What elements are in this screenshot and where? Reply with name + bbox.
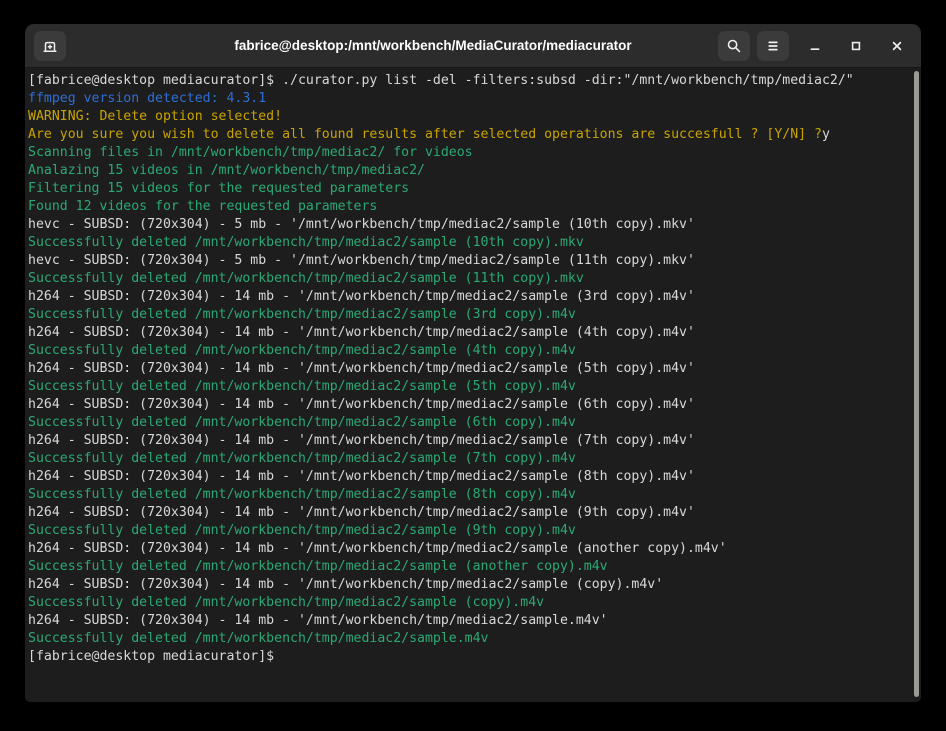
terminal-text-segment: h264 - SUBSD: (720x304) - 14 mb - '/mnt/… [28, 469, 695, 484]
terminal-text-segment: WARNING: Delete option selected! [28, 109, 282, 124]
close-icon [889, 38, 905, 54]
terminal-text-segment: [fabrice@desktop mediacurator]$ ./curato… [28, 73, 854, 88]
terminal-line: h264 - SUBSD: (720x304) - 14 mb - '/mnt/… [28, 432, 907, 450]
terminal-text-segment: Successfully deleted /mnt/workbench/tmp/… [28, 487, 576, 502]
menu-button[interactable] [757, 31, 789, 61]
terminal-line: Successfully deleted /mnt/workbench/tmp/… [28, 486, 907, 504]
terminal-line: Successfully deleted /mnt/workbench/tmp/… [28, 342, 907, 360]
terminal-text-segment: hevc - SUBSD: (720x304) - 5 mb - '/mnt/w… [28, 217, 695, 232]
terminal-line: [fabrice@desktop mediacurator]$ [28, 648, 907, 666]
terminal-text-segment: h264 - SUBSD: (720x304) - 14 mb - '/mnt/… [28, 505, 695, 520]
search-button[interactable] [718, 31, 750, 61]
new-tab-icon [42, 38, 58, 54]
terminal-line: h264 - SUBSD: (720x304) - 14 mb - '/mnt/… [28, 468, 907, 486]
terminal-text-segment: h264 - SUBSD: (720x304) - 14 mb - '/mnt/… [28, 397, 695, 412]
terminal-line: Successfully deleted /mnt/workbench/tmp/… [28, 234, 907, 252]
terminal-text-segment: Successfully deleted /mnt/workbench/tmp/… [28, 523, 576, 538]
terminal-line: Successfully deleted /mnt/workbench/tmp/… [28, 306, 907, 324]
maximize-icon [848, 38, 864, 54]
terminal-line: Are you sure you wish to delete all foun… [28, 126, 907, 144]
terminal-line: hevc - SUBSD: (720x304) - 5 mb - '/mnt/w… [28, 216, 907, 234]
terminal-text-segment: Scanning files in /mnt/workbench/tmp/med… [28, 145, 473, 160]
desktop-background: { "window": { "title": "fabrice@desktop:… [0, 0, 946, 731]
minimize-icon [807, 38, 823, 54]
terminal-text-segment: Successfully deleted /mnt/workbench/tmp/… [28, 595, 544, 610]
terminal-line: Found 12 videos for the requested parame… [28, 198, 907, 216]
terminal-line: Successfully deleted /mnt/workbench/tmp/… [28, 378, 907, 396]
terminal-line: Analazing 15 videos in /mnt/workbench/tm… [28, 162, 907, 180]
terminal-text-segment: Successfully deleted /mnt/workbench/tmp/… [28, 271, 584, 286]
new-tab-button[interactable] [34, 31, 66, 61]
terminal-text-segment: h264 - SUBSD: (720x304) - 14 mb - '/mnt/… [28, 361, 695, 376]
terminal-line: ffmpeg version detected: 4.3.1 [28, 90, 907, 108]
terminal-line: Successfully deleted /mnt/workbench/tmp/… [28, 450, 907, 468]
maximize-button[interactable] [841, 31, 871, 61]
terminal-line: h264 - SUBSD: (720x304) - 14 mb - '/mnt/… [28, 540, 907, 558]
terminal-window: fabrice@desktop:/mnt/workbench/MediaCura… [25, 24, 921, 702]
terminal-line: Successfully deleted /mnt/workbench/tmp/… [28, 270, 907, 288]
terminal-line: Scanning files in /mnt/workbench/tmp/med… [28, 144, 907, 162]
terminal-line: WARNING: Delete option selected! [28, 108, 907, 126]
titlebar[interactable]: fabrice@desktop:/mnt/workbench/MediaCura… [25, 24, 921, 68]
terminal-text-segment: Successfully deleted /mnt/workbench/tmp/… [28, 343, 576, 358]
terminal-text-segment: [fabrice@desktop mediacurator]$ [28, 649, 274, 664]
terminal-line: hevc - SUBSD: (720x304) - 5 mb - '/mnt/w… [28, 252, 907, 270]
terminal-text-segment: Filtering 15 videos for the requested pa… [28, 181, 409, 196]
terminal-text-segment: Successfully deleted /mnt/workbench/tmp/… [28, 451, 576, 466]
terminal-output: [fabrice@desktop mediacurator]$ ./curato… [28, 72, 907, 666]
terminal-line: h264 - SUBSD: (720x304) - 14 mb - '/mnt/… [28, 360, 907, 378]
terminal-line: h264 - SUBSD: (720x304) - 14 mb - '/mnt/… [28, 396, 907, 414]
terminal-line: [fabrice@desktop mediacurator]$ ./curato… [28, 72, 907, 90]
terminal-text-segment: h264 - SUBSD: (720x304) - 14 mb - '/mnt/… [28, 577, 663, 592]
terminal-text-segment: Successfully deleted /mnt/workbench/tmp/… [28, 631, 489, 646]
scrollbar[interactable] [911, 68, 921, 702]
terminal-text-segment: Analazing 15 videos in /mnt/workbench/tm… [28, 163, 425, 178]
close-button[interactable] [882, 31, 912, 61]
terminal-text-segment: h264 - SUBSD: (720x304) - 14 mb - '/mnt/… [28, 289, 695, 304]
terminal-text-segment: ffmpeg version detected: 4.3.1 [28, 91, 266, 106]
terminal-line: Successfully deleted /mnt/workbench/tmp/… [28, 630, 907, 648]
search-icon [726, 38, 742, 54]
terminal-text-segment: Successfully deleted /mnt/workbench/tmp/… [28, 235, 584, 250]
minimize-button[interactable] [800, 31, 830, 61]
terminal-text-segment: h264 - SUBSD: (720x304) - 14 mb - '/mnt/… [28, 541, 727, 556]
terminal-text-segment: Successfully deleted /mnt/workbench/tmp/… [28, 559, 608, 574]
terminal-line: Filtering 15 videos for the requested pa… [28, 180, 907, 198]
terminal-text-segment: Are you sure you wish to delete all foun… [28, 127, 822, 142]
terminal-line: Successfully deleted /mnt/workbench/tmp/… [28, 414, 907, 432]
terminal-line: h264 - SUBSD: (720x304) - 14 mb - '/mnt/… [28, 288, 907, 306]
scrollbar-thumb[interactable] [914, 71, 919, 697]
terminal-text-segment: h264 - SUBSD: (720x304) - 14 mb - '/mnt/… [28, 613, 608, 628]
terminal-text-segment: Successfully deleted /mnt/workbench/tmp/… [28, 307, 576, 322]
terminal-text-segment: hevc - SUBSD: (720x304) - 5 mb - '/mnt/w… [28, 253, 695, 268]
terminal-screen[interactable]: [fabrice@desktop mediacurator]$ ./curato… [25, 68, 921, 702]
terminal-line: h264 - SUBSD: (720x304) - 14 mb - '/mnt/… [28, 576, 907, 594]
window-title: fabrice@desktop:/mnt/workbench/MediaCura… [145, 24, 721, 67]
hamburger-menu-icon [765, 38, 781, 54]
terminal-line: h264 - SUBSD: (720x304) - 14 mb - '/mnt/… [28, 612, 907, 630]
terminal-line: Successfully deleted /mnt/workbench/tmp/… [28, 594, 907, 612]
terminal-line: Successfully deleted /mnt/workbench/tmp/… [28, 558, 907, 576]
terminal-line: h264 - SUBSD: (720x304) - 14 mb - '/mnt/… [28, 324, 907, 342]
terminal-text-segment: h264 - SUBSD: (720x304) - 14 mb - '/mnt/… [28, 325, 695, 340]
terminal-text-segment: Successfully deleted /mnt/workbench/tmp/… [28, 415, 576, 430]
terminal-line: h264 - SUBSD: (720x304) - 14 mb - '/mnt/… [28, 504, 907, 522]
terminal-text-segment: Found 12 videos for the requested parame… [28, 199, 377, 214]
terminal-text-segment: y [822, 127, 830, 142]
terminal-line: Successfully deleted /mnt/workbench/tmp/… [28, 522, 907, 540]
terminal-text-segment: h264 - SUBSD: (720x304) - 14 mb - '/mnt/… [28, 433, 695, 448]
terminal-text-segment: Successfully deleted /mnt/workbench/tmp/… [28, 379, 576, 394]
